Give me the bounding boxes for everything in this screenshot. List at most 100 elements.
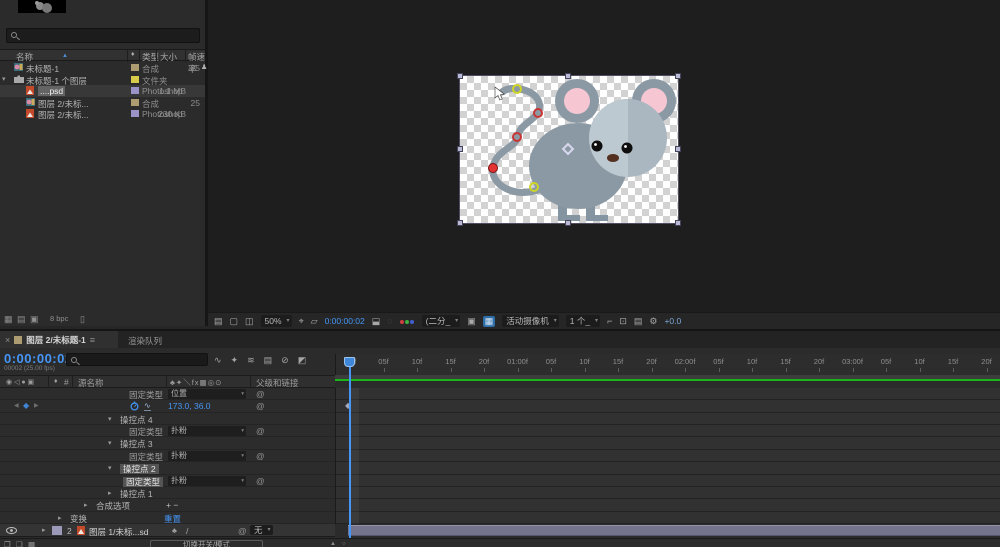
group-expander[interactable]: ▾ <box>108 439 112 447</box>
draft-3d-icon[interactable]: ✦ <box>231 355 239 366</box>
quality-switch-icon[interactable]: ♣ <box>172 526 177 535</box>
shy-icon[interactable]: ≋ <box>247 355 255 366</box>
layer-expander[interactable]: ▸ <box>42 526 46 534</box>
timeline-zoom-slider[interactable]: ○ <box>342 541 346 547</box>
selection-handle-ml[interactable] <box>457 146 463 152</box>
stopwatch-icon[interactable] <box>130 401 139 411</box>
current-time-display[interactable]: 0:00:00:02 <box>4 351 73 366</box>
sort-ascending-icon[interactable]: ▲ <box>62 53 68 59</box>
add-remove-icons[interactable]: + − <box>166 500 178 510</box>
mask-visibility-icon[interactable]: ▱ <box>311 316 318 327</box>
graph-row[interactable] <box>336 413 1000 426</box>
composition-canvas[interactable] <box>459 75 679 224</box>
prev-keyframe-icon[interactable]: ◀ <box>14 402 19 409</box>
timeline-row-操控点 3[interactable]: ▾ 操控点 3 <box>0 437 335 450</box>
preview-quality-icon[interactable]: ▤ <box>214 316 223 327</box>
label-column-icon[interactable]: ♦ <box>131 51 135 58</box>
tab-composition[interactable]: × 图层 2/未标题-1 ≡ <box>0 331 118 348</box>
project-item-row[interactable]: 图层 2/未标... 合成 25 <box>0 97 205 109</box>
channels-icon[interactable] <box>399 316 415 326</box>
zoom-out-icon[interactable]: ▲ <box>330 541 336 547</box>
group-label[interactable]: 变换 <box>70 513 87 525</box>
view-layout-icon[interactable]: ⌐ <box>607 316 612 326</box>
current-time-indicator-line[interactable] <box>349 358 351 542</box>
selection-handle-tl[interactable] <box>457 73 463 79</box>
magnification-select[interactable]: 50% <box>260 315 292 327</box>
pin-type-select[interactable]: 扑粉 <box>168 450 246 461</box>
timeline-row-合成选项[interactable]: ▸ 合成选项 + − <box>0 499 335 512</box>
label-swatch[interactable] <box>131 110 139 118</box>
layer-row[interactable]: ▸ 2 图层 1/未标...sd ♣ / @ 无 <box>0 524 335 537</box>
new-composition-icon[interactable]: ▣ <box>30 314 39 325</box>
pick-whip-icon[interactable]: @ <box>256 389 265 399</box>
magnify-icon[interactable]: ◫ <box>245 316 254 327</box>
current-time-indicator-handle[interactable] <box>344 357 355 367</box>
view-count-select[interactable]: 1 个_ <box>565 315 601 327</box>
motion-blur-icon[interactable]: ⊘ <box>281 355 289 366</box>
group-expander[interactable]: ▾ <box>108 464 112 472</box>
timeline-row-操控点 4[interactable]: ▾ 操控点 4 <box>0 413 335 426</box>
graph-row[interactable] <box>336 388 1000 401</box>
eye-icon[interactable] <box>6 527 17 534</box>
timeline-row-固定类型[interactable]: 固定类型扑粉 @ <box>0 450 335 463</box>
project-item-row[interactable]: ▾ 未标题-1 个图层 文件夹 <box>0 74 205 86</box>
gear-icon[interactable]: ⚙ <box>649 316 657 327</box>
pick-whip-icon[interactable]: @ <box>256 451 265 461</box>
timeline-row-固定类型[interactable]: 固定类型扑粉 @ <box>0 475 335 487</box>
expand-transfer-controls-icon[interactable]: ❏ <box>16 540 23 547</box>
show-snapshot-icon[interactable]: ◌ <box>387 316 392 326</box>
panel-menu-icon[interactable]: ≡ <box>90 335 95 345</box>
new-folder-icon[interactable]: ▤ <box>17 314 26 325</box>
project-search-input[interactable] <box>6 28 200 43</box>
timeline-row-value[interactable]: ◀ ◆ ▶ ∿ 173.0, 36.0 @ <box>0 400 335 413</box>
monitor-icon[interactable]: ▢ <box>230 316 239 327</box>
expand-inout-icon[interactable]: ▦ <box>28 540 35 547</box>
group-label[interactable]: 操控点 4 <box>120 414 153 426</box>
exposure-value[interactable]: +0.0 <box>664 316 681 326</box>
group-label[interactable]: 操控点 1 <box>120 488 153 500</box>
graph-row[interactable] <box>336 425 1000 438</box>
graph-editor-icon[interactable]: ◩ <box>298 355 307 366</box>
graph-row[interactable]: ◆ <box>336 400 1000 413</box>
region-of-interest-icon[interactable]: ⌖ <box>299 316 304 327</box>
graph-row[interactable] <box>336 462 1000 475</box>
parent-select[interactable]: 无 <box>250 525 273 535</box>
timeline-search-input[interactable] <box>66 353 208 366</box>
timeline-row-操控点 1[interactable]: ▸ 操控点 1 <box>0 487 335 500</box>
pin-type-select[interactable]: 扑粉 <box>168 426 246 437</box>
mini-flowchart-icon[interactable]: ∿ <box>214 355 222 366</box>
group-label[interactable]: 操控点 3 <box>120 438 153 450</box>
pick-whip-icon[interactable]: @ <box>238 526 247 536</box>
selection-handle-bc[interactable] <box>565 220 571 226</box>
keyframe-graph-area[interactable]: ◆ <box>335 388 1000 524</box>
timeline-row-固定类型[interactable]: 固定类型位置 @ <box>0 388 335 401</box>
transparency-grid-icon[interactable]: ▦ <box>482 315 496 327</box>
roi-icon[interactable]: ▣ <box>467 316 476 327</box>
delete-icon[interactable]: ▯ <box>80 314 85 325</box>
graph-row[interactable] <box>336 450 1000 463</box>
bit-depth-button[interactable]: 8 bpc <box>50 314 68 323</box>
layer-label-swatch[interactable] <box>52 526 62 535</box>
expander-icon[interactable]: ▾ <box>2 75 6 83</box>
keyframe-toggle-icon[interactable]: ◆ <box>23 401 29 410</box>
group-expander[interactable]: ▾ <box>108 415 112 423</box>
item-name[interactable]: ....psd <box>38 86 66 97</box>
selection-handle-bl[interactable] <box>457 220 463 226</box>
project-item-row[interactable]: ....psd Photoshop 1.1 MB <box>0 85 205 97</box>
tab-render-queue[interactable]: 渲染队列 <box>128 335 162 347</box>
item-name[interactable]: 图层 2/未标... <box>38 109 89 121</box>
graph-row[interactable] <box>336 437 1000 450</box>
snapshot-icon[interactable]: ⬓ <box>372 316 381 327</box>
graph-include-icon[interactable]: ∿ <box>144 401 151 412</box>
draft-switch-icon[interactable]: / <box>186 526 188 536</box>
pin-type-select[interactable]: 扑粉 <box>168 475 246 486</box>
time-ruler[interactable]: :00f05f10f15f20f01:00f05f10f15f20f02:00f… <box>335 354 1000 375</box>
selection-handle-mr[interactable] <box>675 146 681 152</box>
resolution-select[interactable]: (二分_ <box>421 315 461 327</box>
toggle-switches-modes-button[interactable]: 切换开关/模式 <box>150 540 263 547</box>
layer-duration-bar[interactable] <box>348 525 1000 536</box>
reset-link[interactable]: 重置 <box>164 513 181 525</box>
timeline-row-固定类型[interactable]: 固定类型扑粉 @ <box>0 425 335 438</box>
selection-handle-tr[interactable] <box>675 73 681 79</box>
frame-blend-icon[interactable]: ▤ <box>264 355 273 366</box>
